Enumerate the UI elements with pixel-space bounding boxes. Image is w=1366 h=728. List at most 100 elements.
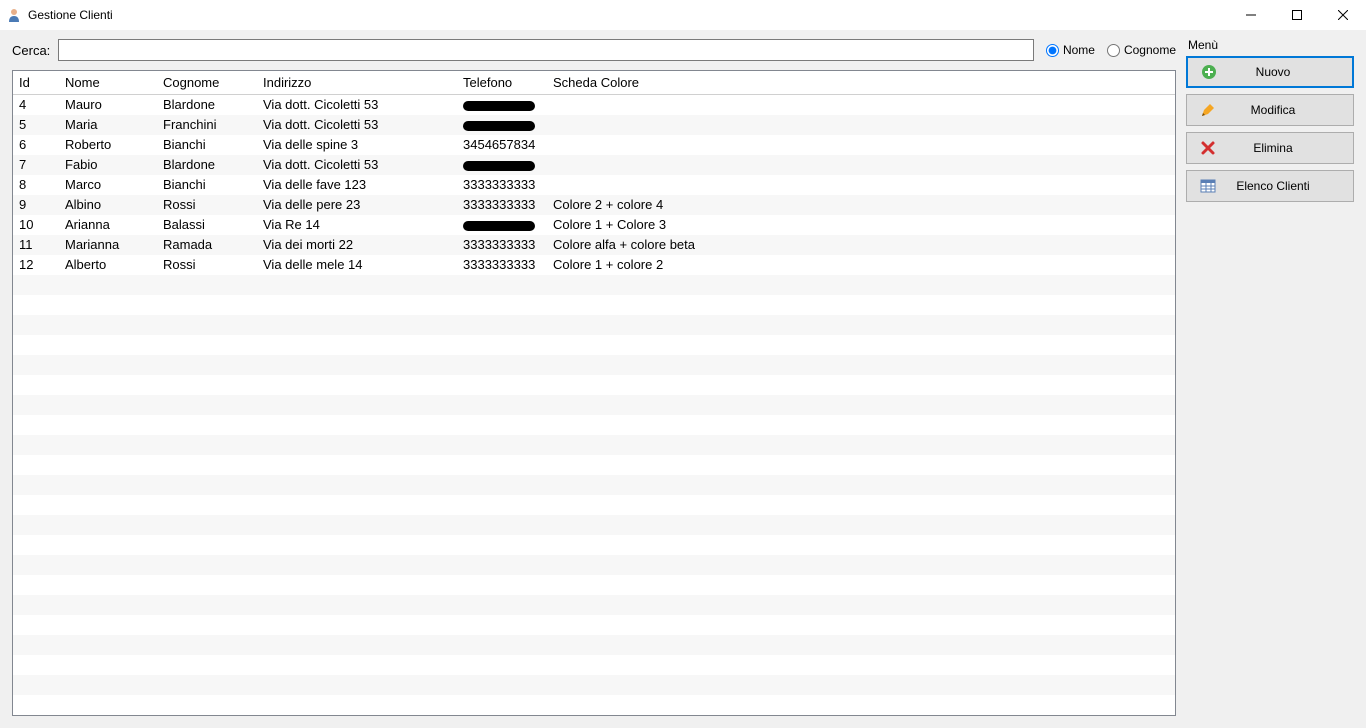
table-row[interactable]: 9AlbinoRossiVia delle pere 233333333333C… bbox=[13, 195, 1175, 215]
table-row-empty bbox=[13, 595, 1175, 615]
col-header-scheda[interactable]: Scheda Colore bbox=[547, 71, 1175, 95]
cell-id: 4 bbox=[13, 95, 59, 115]
x-icon bbox=[1199, 139, 1217, 157]
table-row-empty bbox=[13, 355, 1175, 375]
table-row[interactable]: 8MarcoBianchiVia delle fave 123333333333… bbox=[13, 175, 1175, 195]
search-row: Cerca: Nome Cognome bbox=[12, 38, 1176, 62]
table-row-empty bbox=[13, 675, 1175, 695]
table-row[interactable]: 10AriannaBalassiVia Re 14Colore 1 + Colo… bbox=[13, 215, 1175, 235]
cell-telefono: 3454657834 bbox=[457, 135, 547, 155]
col-header-id[interactable]: Id bbox=[13, 71, 59, 95]
cell-id: 10 bbox=[13, 215, 59, 235]
cell-indirizzo: Via Re 14 bbox=[257, 215, 457, 235]
radio-cognome-input[interactable] bbox=[1107, 44, 1120, 57]
cell-id: 5 bbox=[13, 115, 59, 135]
table-row[interactable]: 5MariaFranchiniVia dott. Cicoletti 53 bbox=[13, 115, 1175, 135]
cell-scheda bbox=[547, 135, 1175, 155]
search-label: Cerca: bbox=[12, 43, 50, 58]
window-controls bbox=[1228, 0, 1366, 29]
cell-nome: Marianna bbox=[59, 235, 157, 255]
modifica-button[interactable]: Modifica bbox=[1186, 94, 1354, 126]
cell-id: 6 bbox=[13, 135, 59, 155]
table-row-empty bbox=[13, 695, 1175, 715]
client-grid[interactable]: Id Nome Cognome Indirizzo Telefono Sched… bbox=[12, 70, 1176, 716]
menu-title: Menù bbox=[1186, 38, 1354, 52]
radio-cognome[interactable]: Cognome bbox=[1107, 43, 1176, 57]
table-row-empty bbox=[13, 435, 1175, 455]
cell-nome: Fabio bbox=[59, 155, 157, 175]
table-row-empty bbox=[13, 415, 1175, 435]
cell-scheda: Colore alfa + colore beta bbox=[547, 235, 1175, 255]
col-header-cognome[interactable]: Cognome bbox=[157, 71, 257, 95]
table-row-empty bbox=[13, 455, 1175, 475]
redacted-phone bbox=[463, 121, 535, 131]
cell-indirizzo: Via dei morti 22 bbox=[257, 235, 457, 255]
cell-indirizzo: Via dott. Cicoletti 53 bbox=[257, 95, 457, 115]
cell-nome: Maria bbox=[59, 115, 157, 135]
table-row-empty bbox=[13, 615, 1175, 635]
table-row[interactable]: 11MariannaRamadaVia dei morti 2233333333… bbox=[13, 235, 1175, 255]
cell-indirizzo: Via delle pere 23 bbox=[257, 195, 457, 215]
search-input[interactable] bbox=[58, 39, 1034, 61]
cell-telefono: 3333333333 bbox=[457, 195, 547, 215]
cell-telefono: 3333333333 bbox=[457, 175, 547, 195]
cell-scheda bbox=[547, 115, 1175, 135]
minimize-button[interactable] bbox=[1228, 0, 1274, 29]
radio-nome[interactable]: Nome bbox=[1046, 43, 1095, 57]
cell-scheda: Colore 2 + colore 4 bbox=[547, 195, 1175, 215]
table-row-empty bbox=[13, 335, 1175, 355]
elimina-button[interactable]: Elimina bbox=[1186, 132, 1354, 164]
table-row-empty bbox=[13, 515, 1175, 535]
col-header-telefono[interactable]: Telefono bbox=[457, 71, 547, 95]
elimina-label: Elimina bbox=[1217, 141, 1347, 155]
cell-cognome: Franchini bbox=[157, 115, 257, 135]
cell-scheda: Colore 1 + colore 2 bbox=[547, 255, 1175, 275]
col-header-indirizzo[interactable]: Indirizzo bbox=[257, 71, 457, 95]
cell-cognome: Bianchi bbox=[157, 175, 257, 195]
cell-scheda bbox=[547, 175, 1175, 195]
cell-cognome: Bianchi bbox=[157, 135, 257, 155]
table-row-empty bbox=[13, 495, 1175, 515]
table-row[interactable]: 4MauroBlardoneVia dott. Cicoletti 53 bbox=[13, 95, 1175, 115]
table-row[interactable]: 7FabioBlardoneVia dott. Cicoletti 53 bbox=[13, 155, 1175, 175]
elenco-clienti-button[interactable]: Elenco Clienti bbox=[1186, 170, 1354, 202]
table-row-empty bbox=[13, 375, 1175, 395]
nuovo-button[interactable]: Nuovo bbox=[1186, 56, 1354, 88]
close-button[interactable] bbox=[1320, 0, 1366, 29]
cell-nome: Marco bbox=[59, 175, 157, 195]
cell-telefono bbox=[457, 115, 547, 135]
elenco-label: Elenco Clienti bbox=[1217, 179, 1347, 193]
cell-cognome: Balassi bbox=[157, 215, 257, 235]
table-row-empty bbox=[13, 635, 1175, 655]
cell-indirizzo: Via delle fave 123 bbox=[257, 175, 457, 195]
grid-header-row: Id Nome Cognome Indirizzo Telefono Sched… bbox=[13, 71, 1175, 95]
cell-indirizzo: Via delle mele 14 bbox=[257, 255, 457, 275]
window-title: Gestione Clienti bbox=[28, 8, 113, 22]
table-row-empty bbox=[13, 395, 1175, 415]
col-header-nome[interactable]: Nome bbox=[59, 71, 157, 95]
side-menu: Menù Nuovo Modif bbox=[1186, 38, 1354, 716]
cell-scheda bbox=[547, 155, 1175, 175]
table-row-empty bbox=[13, 295, 1175, 315]
titlebar: Gestione Clienti bbox=[0, 0, 1366, 30]
app-icon bbox=[6, 7, 22, 23]
cell-id: 8 bbox=[13, 175, 59, 195]
cell-telefono bbox=[457, 215, 547, 235]
table-row-empty bbox=[13, 555, 1175, 575]
cell-telefono bbox=[457, 95, 547, 115]
modifica-label: Modifica bbox=[1217, 103, 1347, 117]
cell-id: 7 bbox=[13, 155, 59, 175]
maximize-button[interactable] bbox=[1274, 0, 1320, 29]
cell-nome: Mauro bbox=[59, 95, 157, 115]
cell-cognome: Rossi bbox=[157, 195, 257, 215]
nuovo-label: Nuovo bbox=[1218, 65, 1346, 79]
radio-nome-input[interactable] bbox=[1046, 44, 1059, 57]
cell-indirizzo: Via dott. Cicoletti 53 bbox=[257, 155, 457, 175]
cell-telefono: 3333333333 bbox=[457, 255, 547, 275]
table-row[interactable]: 12AlbertoRossiVia delle mele 14333333333… bbox=[13, 255, 1175, 275]
table-row[interactable]: 6RobertoBianchiVia delle spine 334546578… bbox=[13, 135, 1175, 155]
cell-scheda: Colore 1 + Colore 3 bbox=[547, 215, 1175, 235]
redacted-phone bbox=[463, 221, 535, 231]
search-radio-group: Nome Cognome bbox=[1042, 43, 1176, 57]
cell-telefono: 3333333333 bbox=[457, 235, 547, 255]
